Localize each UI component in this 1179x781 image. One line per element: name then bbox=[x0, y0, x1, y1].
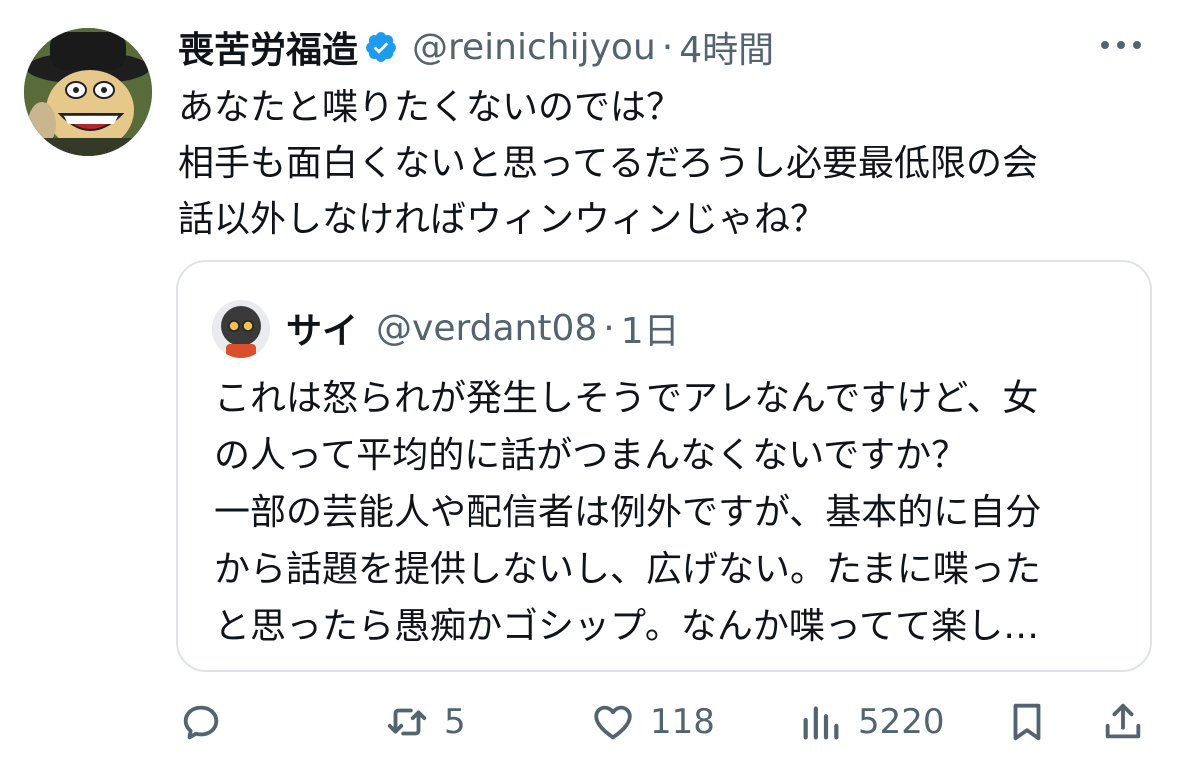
tweet-text-line: あなたと喋りたくないのでは？ bbox=[178, 87, 683, 128]
author-name[interactable]: 喪苦労福造 bbox=[178, 21, 358, 73]
quote-text: これは怒られが発生しそうでアレなんですけど、女 の人って平均的に話がつまんなくな… bbox=[214, 370, 1126, 655]
views-button[interactable]: 5220 bbox=[798, 690, 945, 754]
quote-text-line: から話題を提供しないし、広げない。たまに喋った bbox=[214, 549, 1041, 590]
views-count: 5220 bbox=[858, 702, 945, 742]
more-icon bbox=[1101, 41, 1141, 49]
author-handle[interactable]: @reinichijyou bbox=[412, 27, 656, 68]
author-avatar[interactable] bbox=[24, 28, 152, 156]
action-bar: 5 118 5220 bbox=[0, 690, 1179, 754]
quote-text-line: の人って平均的に話がつまんなくないですか？ bbox=[214, 435, 968, 476]
like-count: 118 bbox=[650, 702, 715, 742]
separator-dot: · bbox=[661, 26, 674, 68]
quote-text-line: 一部の芸能人や配信者は例外ですが、基本的に自分 bbox=[214, 492, 1042, 533]
quote-author-avatar[interactable] bbox=[212, 300, 270, 358]
tweet-time[interactable]: 4時間 bbox=[679, 21, 774, 73]
tweet-header: 喪苦労福造 @reinichijyou · 4時間 bbox=[178, 22, 774, 72]
more-button[interactable] bbox=[1097, 30, 1145, 60]
quote-separator-dot: · bbox=[603, 307, 615, 349]
verified-badge-icon bbox=[366, 32, 396, 62]
quoted-tweet[interactable]: サイ @verdant08 · 1日 これは怒られが発生しそうでアレなんですけど… bbox=[176, 260, 1152, 672]
like-button[interactable]: 118 bbox=[590, 690, 715, 754]
quote-author-name[interactable]: サイ bbox=[286, 302, 358, 354]
views-icon bbox=[803, 706, 839, 740]
reply-button[interactable] bbox=[178, 690, 224, 754]
quote-author-handle[interactable]: @verdant08 bbox=[376, 308, 597, 349]
quote-time[interactable]: 1日 bbox=[621, 302, 680, 354]
bookmark-icon bbox=[1013, 703, 1041, 741]
share-icon bbox=[1105, 703, 1141, 739]
quote-text-line: これは怒られが発生しそうでアレなんですけど、女 bbox=[214, 378, 1039, 419]
author-avatar-image bbox=[24, 28, 152, 156]
share-button[interactable] bbox=[1100, 690, 1146, 754]
retweet-button[interactable]: 5 bbox=[384, 690, 466, 754]
bookmark-button[interactable] bbox=[1004, 690, 1050, 754]
tweet-text-line: 相手も面白くないと思ってるだろうし必要最低限の会 bbox=[178, 143, 1039, 184]
quote-avatar-image bbox=[212, 300, 270, 358]
retweet-icon bbox=[387, 708, 427, 736]
retweet-count: 5 bbox=[444, 702, 466, 742]
quote-text-line: と思ったら愚痴かゴシップ。なんか喋ってて楽し… bbox=[214, 606, 1040, 647]
tweet-text-line: 話以外しなければウィンウィンじゃね？ bbox=[178, 199, 827, 240]
tweet-text: あなたと喋りたくないのでは？ 相手も面白くないと思ってるだろうし必要最低限の会 … bbox=[178, 80, 1138, 248]
like-icon bbox=[594, 705, 632, 740]
reply-icon bbox=[183, 705, 219, 740]
quote-header: サイ @verdant08 · 1日 bbox=[286, 302, 680, 354]
